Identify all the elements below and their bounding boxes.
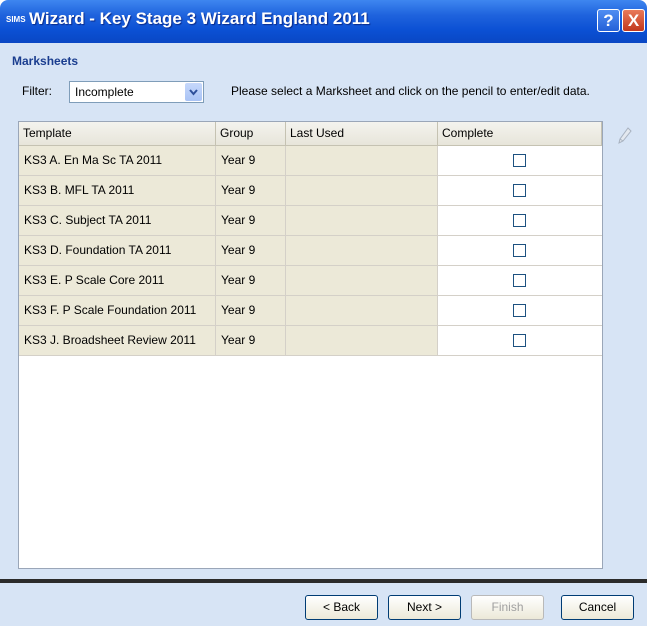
finish-button[interactable]: Finish (471, 595, 544, 620)
complete-checkbox[interactable] (513, 304, 526, 317)
table-row[interactable]: KS3 C. Subject TA 2011 Year 9 (19, 206, 602, 236)
template-cell[interactable]: KS3 A. En Ma Sc TA 2011 (19, 146, 216, 175)
pencil-icon[interactable] (618, 127, 632, 145)
complete-checkbox[interactable] (513, 214, 526, 227)
chevron-down-icon (189, 89, 198, 96)
filter-dropdown[interactable]: Incomplete (69, 81, 204, 103)
column-header-last-used[interactable]: Last Used (286, 122, 438, 145)
table-row[interactable]: KS3 F. P Scale Foundation 2011 Year 9 (19, 296, 602, 326)
complete-cell (438, 206, 602, 235)
complete-checkbox[interactable] (513, 154, 526, 167)
column-header-template[interactable]: Template (19, 122, 216, 145)
cancel-button[interactable]: Cancel (561, 595, 634, 620)
complete-cell (438, 236, 602, 265)
instruction-text: Please select a Marksheet and click on t… (231, 84, 590, 98)
group-cell[interactable]: Year 9 (216, 266, 286, 295)
table-row[interactable]: KS3 J. Broadsheet Review 2011 Year 9 (19, 326, 602, 356)
table-row[interactable]: KS3 B. MFL TA 2011 Year 9 (19, 176, 602, 206)
column-header-complete[interactable]: Complete (438, 122, 602, 145)
group-cell[interactable]: Year 9 (216, 296, 286, 325)
sims-logo: SIMS (6, 15, 26, 24)
complete-checkbox[interactable] (513, 244, 526, 257)
close-button[interactable]: X (622, 9, 645, 32)
last-used-cell[interactable] (286, 326, 438, 355)
next-button[interactable]: Next > (388, 595, 461, 620)
last-used-cell[interactable] (286, 266, 438, 295)
filter-label: Filter: (22, 84, 52, 98)
complete-cell (438, 266, 602, 295)
group-cell[interactable]: Year 9 (216, 206, 286, 235)
complete-cell (438, 176, 602, 205)
last-used-cell[interactable] (286, 296, 438, 325)
template-cell[interactable]: KS3 F. P Scale Foundation 2011 (19, 296, 216, 325)
template-cell[interactable]: KS3 J. Broadsheet Review 2011 (19, 326, 216, 355)
group-cell[interactable]: Year 9 (216, 176, 286, 205)
marksheet-grid: Template Group Last Used Complete KS3 A.… (18, 121, 603, 569)
group-cell[interactable]: Year 9 (216, 146, 286, 175)
last-used-cell[interactable] (286, 146, 438, 175)
complete-cell (438, 296, 602, 325)
dropdown-button[interactable] (185, 83, 202, 101)
filter-value: Incomplete (75, 85, 134, 99)
title-bar: SIMS Wizard - Key Stage 3 Wizard England… (0, 0, 647, 43)
complete-cell (438, 146, 602, 175)
last-used-cell[interactable] (286, 176, 438, 205)
last-used-cell[interactable] (286, 206, 438, 235)
grid-header: Template Group Last Used Complete (19, 122, 602, 146)
table-row[interactable]: KS3 E. P Scale Core 2011 Year 9 (19, 266, 602, 296)
complete-checkbox[interactable] (513, 274, 526, 287)
complete-cell (438, 326, 602, 355)
template-cell[interactable]: KS3 B. MFL TA 2011 (19, 176, 216, 205)
section-title: Marksheets (12, 54, 79, 68)
column-header-group[interactable]: Group (216, 122, 286, 145)
last-used-cell[interactable] (286, 236, 438, 265)
back-button[interactable]: < Back (305, 595, 378, 620)
table-row[interactable]: KS3 D. Foundation TA 2011 Year 9 (19, 236, 602, 266)
complete-checkbox[interactable] (513, 184, 526, 197)
template-cell[interactable]: KS3 C. Subject TA 2011 (19, 206, 216, 235)
group-cell[interactable]: Year 9 (216, 326, 286, 355)
group-cell[interactable]: Year 9 (216, 236, 286, 265)
template-cell[interactable]: KS3 D. Foundation TA 2011 (19, 236, 216, 265)
template-cell[interactable]: KS3 E. P Scale Core 2011 (19, 266, 216, 295)
help-button[interactable]: ? (597, 9, 620, 32)
window-title: Wizard - Key Stage 3 Wizard England 2011 (29, 9, 370, 28)
complete-checkbox[interactable] (513, 334, 526, 347)
table-row[interactable]: KS3 A. En Ma Sc TA 2011 Year 9 (19, 146, 602, 176)
